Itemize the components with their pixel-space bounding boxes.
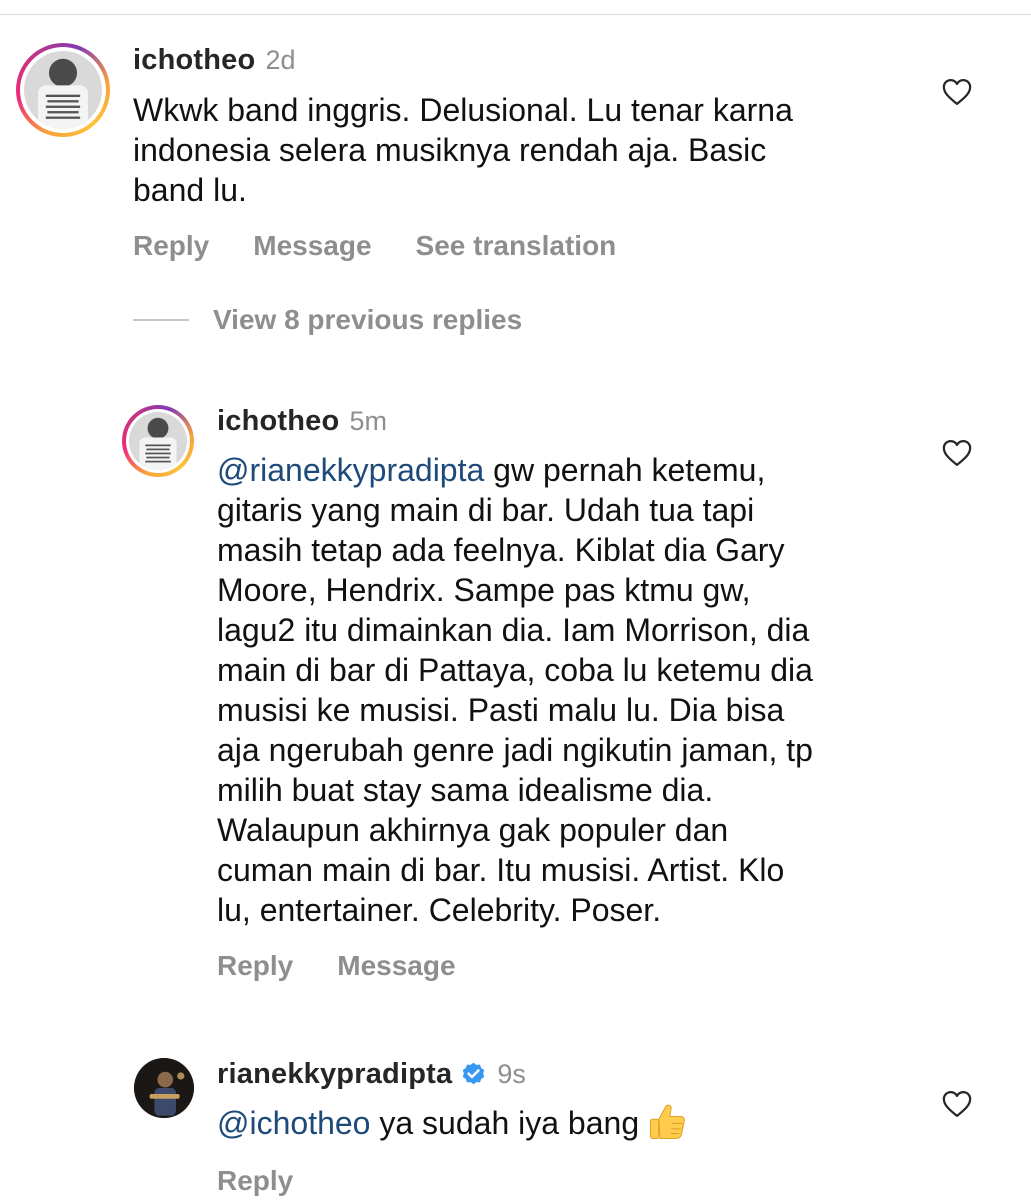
profile-photo-icon [129,412,187,470]
message-button[interactable]: Message [253,230,371,262]
top-divider [0,14,1031,15]
verified-badge-icon [463,1062,485,1085]
profile-photo-icon [134,1058,194,1118]
heart-outline-icon[interactable] [942,78,972,106]
mention-link[interactable]: @rianekkypradipta [217,452,484,488]
profile-photo-icon [24,51,102,129]
reply-header: rianekkypradipta 9s [217,1058,526,1091]
reply-text: @ichotheo ya sudah iya bang [217,1103,689,1148]
heart-outline-icon[interactable] [942,439,972,467]
thumbs-up-emoji [650,1104,685,1139]
mention-link[interactable]: @ichotheo [217,1105,370,1141]
reply-button[interactable]: Reply [133,230,209,262]
comment-header: ichotheo 2d [133,44,295,77]
message-button[interactable]: Message [337,950,455,982]
view-replies-label: View 8 previous replies [213,304,523,335]
username[interactable]: ichotheo [217,405,339,438]
reply-body: ya sudah iya bang [370,1105,640,1141]
reply-button[interactable]: Reply [217,1165,293,1197]
comment-text: Wkwk band inggris. Delusional. Lu tenar … [133,92,793,208]
reply-text: @rianekkypradipta gw pernah ketemu, gita… [217,450,813,930]
username[interactable]: rianekkypradipta [217,1058,452,1091]
comment-actions: Reply Message See translation [133,230,660,262]
avatar[interactable] [122,405,194,477]
timestamp: 9s [497,1059,526,1089]
reply-header: ichotheo 5m [217,405,387,438]
avatar[interactable] [16,43,110,137]
reply-actions: Reply Message [217,950,500,982]
reply-actions: Reply [217,1165,337,1197]
view-previous-replies[interactable]: View 8 previous replies [133,304,522,336]
see-translation-button[interactable]: See translation [416,230,617,262]
heart-outline-icon[interactable] [942,1090,972,1118]
avatar[interactable] [134,1058,194,1118]
reply-body: gw pernah ketemu, gitaris yang main di b… [217,452,813,928]
timestamp: 2d [265,45,296,75]
replies-divider-line [133,319,189,321]
reply-button[interactable]: Reply [217,950,293,982]
username[interactable]: ichotheo [133,44,255,77]
timestamp: 5m [349,406,387,436]
